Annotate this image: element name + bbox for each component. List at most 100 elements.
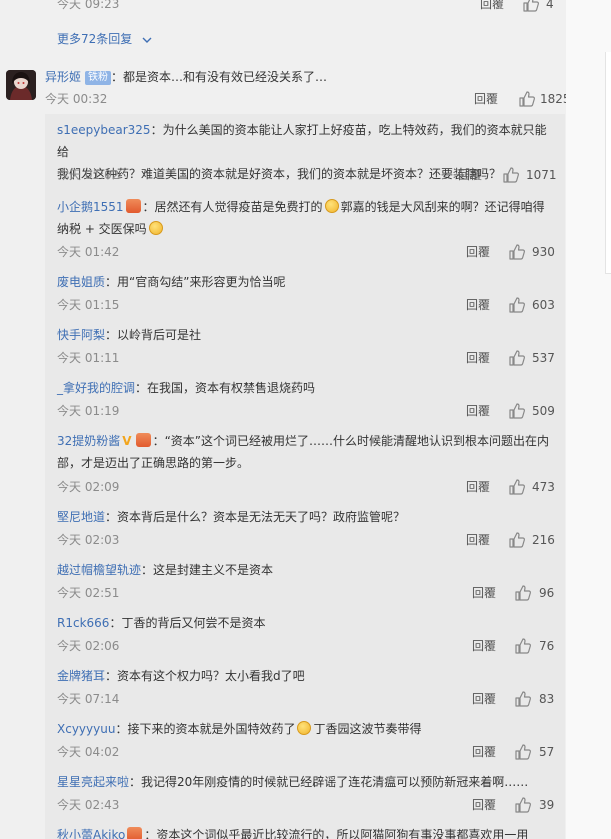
reply-time: 今天 02:43 (57, 798, 120, 812)
reply-text: ：用“官商勾结”来形容更为恰当呢 (105, 275, 286, 289)
reply-author[interactable]: 越过帽檐望轨迹 (57, 563, 141, 577)
replies-list: s1eepybear325：为什么美国的资本能让人家打上好疫苗，吃上特效药，我们… (45, 114, 565, 839)
reply-button[interactable]: 回覆 (472, 744, 496, 760)
comment-feed: 今天 09:23 回覆 4 更多72条回复 异形姬 铁粉 ：都是资本…和有没有效已经… (0, 0, 571, 839)
more-replies-label: 更多72条回复 (57, 32, 133, 46)
like-count: 83 (539, 692, 555, 706)
thumbs-up-icon[interactable] (508, 243, 526, 261)
reply-item: 堅尼地道：资本背后是什么？资本是无法无天了吗？政府监管呢？ (57, 506, 555, 528)
thumbs-up-icon[interactable] (514, 796, 532, 814)
thumbs-up-icon[interactable] (508, 478, 526, 496)
level-badge-icon (125, 199, 141, 213)
like-count: 473 (532, 480, 555, 494)
thumbs-up-icon[interactable] (518, 90, 536, 108)
thumbs-up-icon[interactable] (514, 690, 532, 708)
reply-time: 今天 07:14 (57, 692, 120, 706)
side-panel (605, 52, 611, 274)
reply-text: ：资本这个词似乎最近比较流行的，所以阿猫阿狗有事没事都喜欢用一用 (144, 828, 529, 839)
reply-item: 小企鹅1551 ：居然还有人觉得疫苗是免费打的 郭嘉的钱是大风刮来的啊？还记得咱得 … (57, 196, 555, 240)
reply-button[interactable]: 回覆 (466, 297, 490, 313)
reply-button[interactable]: 回覆 (466, 350, 490, 366)
reply-item: R1ck666：丁香的背后又何尝不是资本 (57, 612, 555, 634)
reply-text: ：资本背后是什么？资本是无法无天了吗？政府监管呢？ (105, 510, 406, 524)
reply-author[interactable]: 快手阿梨 (57, 328, 105, 342)
reply-item: 快手阿梨：以岭背后可是社 (57, 324, 555, 346)
like-count: 216 (532, 533, 555, 547)
reply-button[interactable]: 回覆 (458, 167, 482, 183)
reply-text: ：“资本”这个词已经被用烂了……什么时候能清醒地认识到根本问题出在内 (152, 434, 550, 448)
reply-author[interactable]: _拿好我的腔调 (57, 381, 135, 395)
reply-author[interactable]: 秋小蕾Akiko (57, 828, 125, 839)
reply-author[interactable]: R1ck666 (57, 616, 109, 630)
main-comment: 异形姬 铁粉 ：都是资本…和有没有效已经没关系了… (45, 69, 327, 85)
grin-emoji-icon (297, 721, 312, 735)
reply-button[interactable]: 回覆 (474, 91, 498, 107)
thumbs-up-icon[interactable] (502, 166, 520, 184)
reply-text-line2: 我们发这种药？难道美国的资本就是好资本，我们的资本就是坏资本？还要装瞎吗？ (57, 167, 502, 181)
reply-text: ：居然还有人觉得疫苗是免费打的 (142, 200, 323, 214)
reply-author[interactable]: 废电姐质 (57, 275, 105, 289)
reply-author[interactable]: 星星亮起来啦 (57, 775, 129, 789)
fan-badge: 铁粉 (85, 71, 112, 85)
reply-time: 今天 02:51 (57, 586, 120, 600)
reply-button[interactable]: 回覆 (472, 797, 496, 813)
like-count: 57 (539, 745, 555, 759)
reply-text: ：我记得20年刚疫情的时候就已经辟谣了连花清瘟可以预防新冠来着啊…… (129, 775, 529, 789)
like-count: 96 (539, 586, 555, 600)
reply-item: _拿好我的腔调：在我国，资本有权禁售退烧药吗 (57, 377, 555, 399)
reply-item: Xcyyyyuu：接下来的资本就是外国特效药了 丁香园这波节奏带得 (57, 718, 555, 740)
more-replies-link[interactable]: 更多72条回复 (57, 31, 152, 48)
reply-text: ：这是封建主义不是资本 (141, 563, 274, 577)
reply-text-cont: 郭嘉的钱是大风刮来的啊？还记得咱得 (340, 200, 545, 214)
avatar[interactable] (6, 70, 36, 100)
reply-button[interactable]: 回覆 (480, 0, 504, 12)
reply-time: 今天 02:03 (57, 533, 120, 547)
reply-item: 金牌猪耳：资本有这个权力吗？太小看我d了吧 (57, 665, 555, 687)
like-count: 76 (539, 639, 555, 653)
reply-button[interactable]: 回覆 (472, 638, 496, 654)
reply-author[interactable]: 堅尼地道 (57, 510, 105, 524)
reply-item: 32提奶粉酱 V ：“资本”这个词已经被用烂了……什么时候能清醒地认识到根本问题出在… (57, 430, 555, 474)
thumbs-up-icon[interactable] (508, 531, 526, 549)
reply-text-line2: 部，才是迈出了正确思路的第一步。 (57, 456, 250, 470)
reply-text-line2: 纳税 + 交医保吗 (57, 222, 147, 236)
reply-item: 星星亮起来啦：我记得20年刚疫情的时候就已经辟谣了连花清瘟可以预防新冠来着啊…… (57, 771, 555, 793)
reply-button[interactable]: 回覆 (472, 585, 496, 601)
reply-time: 今天 02:09 (57, 480, 120, 494)
thumbs-up-icon[interactable] (514, 743, 532, 761)
reply-button[interactable]: 回覆 (466, 244, 490, 260)
reply-button[interactable]: 回覆 (466, 532, 490, 548)
reply-author[interactable]: 金牌猪耳 (57, 669, 105, 683)
level-badge-icon (135, 433, 151, 447)
like-count: 1071 (526, 168, 557, 182)
reply-time: 今天 01:19 (57, 404, 120, 418)
thumbs-up-icon[interactable] (508, 296, 526, 314)
like-count: 4 (546, 0, 554, 11)
like-count: 930 (532, 245, 555, 259)
reply-time: 今天 01:02 (57, 168, 120, 182)
grin-emoji-icon (324, 199, 339, 213)
thumbs-up-icon[interactable] (508, 402, 526, 420)
reply-button[interactable]: 回覆 (472, 691, 496, 707)
thumbs-up-icon[interactable] (514, 637, 532, 655)
reply-author[interactable]: Xcyyyyuu (57, 722, 115, 736)
like-count: 537 (532, 351, 555, 365)
like-count: 509 (532, 404, 555, 418)
comment-time: 今天 09:23 (57, 0, 120, 11)
thumbs-up-icon[interactable] (514, 584, 532, 602)
reply-button[interactable]: 回覆 (466, 479, 490, 495)
reply-text: ：资本有这个权力吗？太小看我d了吧 (105, 669, 305, 683)
chevron-down-icon (142, 32, 152, 48)
thumbs-up-icon[interactable] (508, 349, 526, 367)
reply-author[interactable]: 小企鹅1551 (57, 200, 124, 214)
like-count: 39 (539, 798, 555, 812)
reply-text: ：接下来的资本就是外国特效药了 (115, 722, 296, 736)
reply-button[interactable]: 回覆 (466, 403, 490, 419)
reply-author[interactable]: s1eepybear325 (57, 123, 151, 137)
reply-author[interactable]: 32提奶粉酱 (57, 434, 120, 448)
reply-time: 今天 04:02 (57, 745, 120, 759)
reply-text: ：以岭背后可是社 (105, 328, 202, 342)
like-count: 603 (532, 298, 555, 312)
comment-author[interactable]: 异形姬 (45, 70, 81, 84)
thumbs-up-icon[interactable] (522, 0, 540, 13)
